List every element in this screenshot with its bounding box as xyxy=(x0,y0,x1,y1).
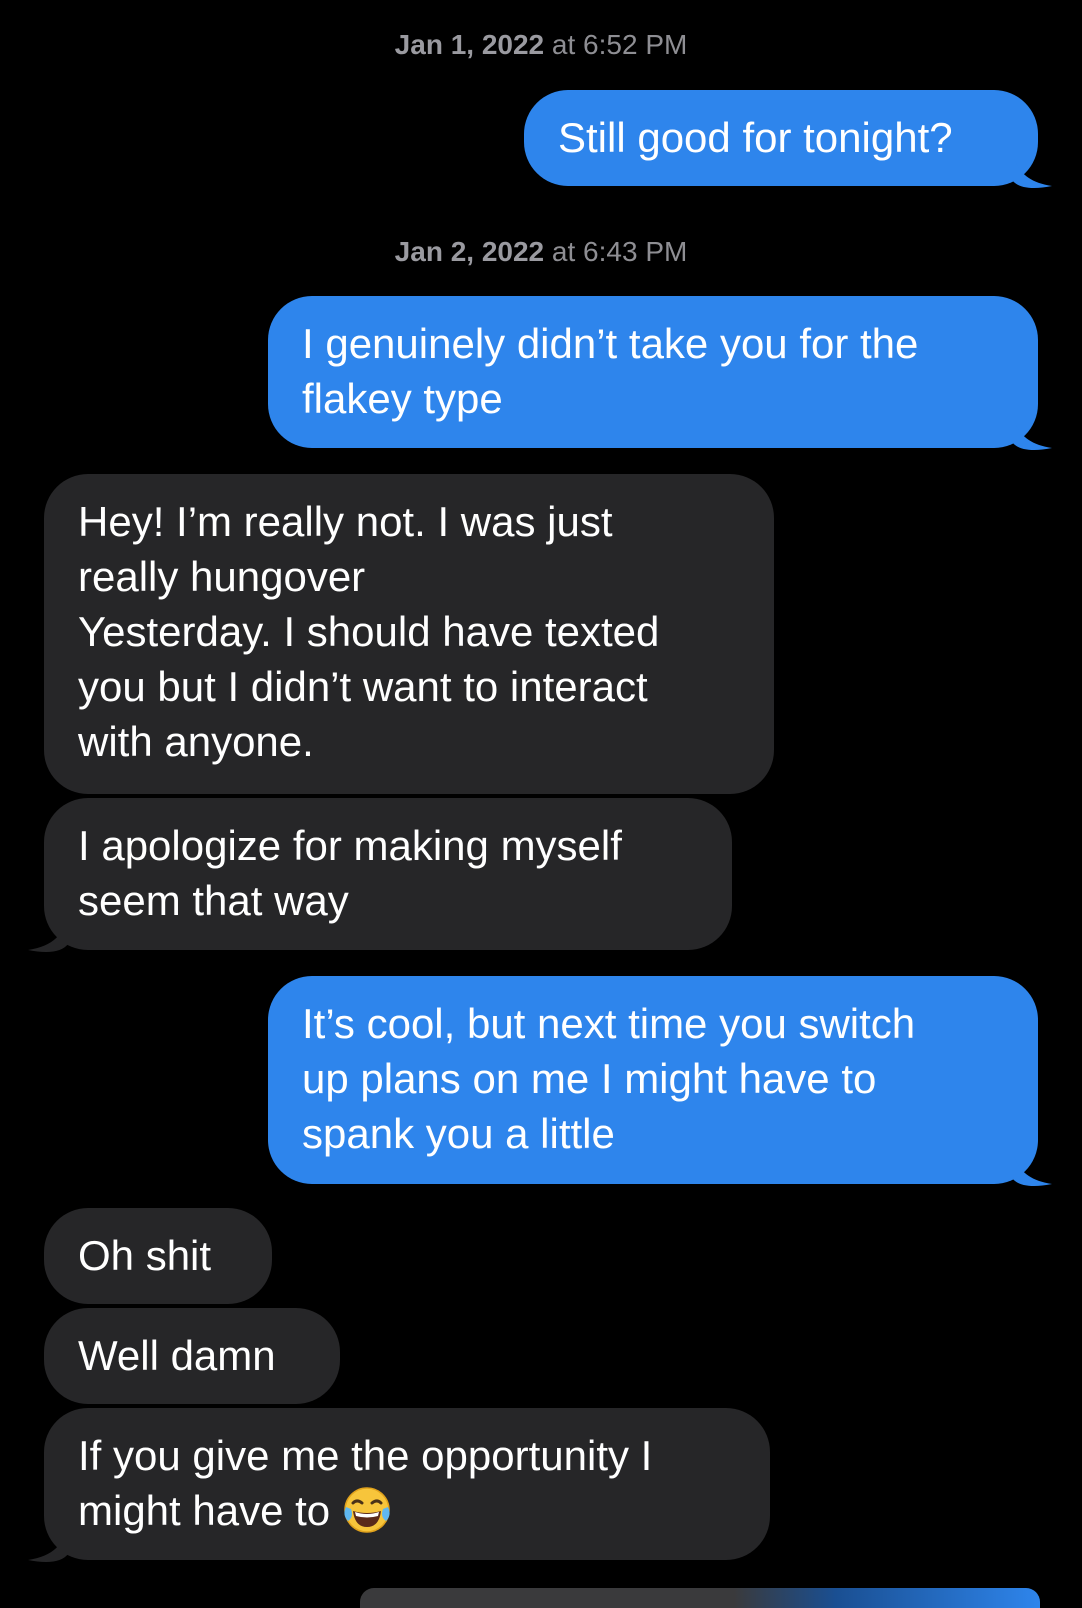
message-text-line: It’s cool, but next time you switch xyxy=(302,1000,916,1047)
received-message-bubble[interactable]: Hey! I’m really not. I was just really h… xyxy=(44,474,774,794)
message-text-line: If you give me the opportunity I xyxy=(78,1432,653,1479)
received-bubble-tail xyxy=(28,914,68,952)
timestamp-divider: Jan 1, 2022 at 6:52 PM xyxy=(0,28,1082,62)
message-text-line: seem that way xyxy=(78,877,349,924)
received-message-bubble[interactable]: Well damn xyxy=(44,1308,340,1404)
message-text: Still good for tonight? xyxy=(558,114,953,161)
received-message-bubble[interactable]: If you give me the opportunity I might h… xyxy=(44,1408,770,1560)
message-text: Well damn xyxy=(78,1332,276,1379)
message-text-line: you but I didn’t want to interact xyxy=(78,663,648,710)
received-bubble-tail xyxy=(28,1524,68,1562)
message-text-line: with anyone. xyxy=(78,718,314,765)
sent-bubble-tail xyxy=(1012,150,1052,188)
sent-bubble-tail xyxy=(1012,1148,1052,1186)
message-text-line: Hey! I’m really not. I was just xyxy=(78,498,613,545)
sent-bubble-tail xyxy=(1012,412,1052,450)
timestamp-divider: Jan 2, 2022 at 6:43 PM xyxy=(0,235,1082,269)
message-text-line: spank you a little xyxy=(302,1110,615,1157)
message-text-line: I apologize for making myself xyxy=(78,822,622,869)
timestamp-date: Jan 1, 2022 xyxy=(394,29,545,60)
partial-message-bubble xyxy=(360,1588,1040,1608)
message-text-line: I genuinely didn’t take you for the xyxy=(302,320,919,367)
sent-message-bubble[interactable]: It’s cool, but next time you switch up p… xyxy=(268,976,1038,1184)
message-text: might have to xyxy=(78,1487,331,1534)
message-text-line: flakey type xyxy=(302,375,503,422)
received-message-bubble[interactable]: I apologize for making myself seem that … xyxy=(44,798,732,950)
sent-message-bubble[interactable]: Still good for tonight? xyxy=(524,90,1038,186)
sent-message-bubble[interactable]: I genuinely didn’t take you for the flak… xyxy=(268,296,1038,448)
timestamp-time: at 6:43 PM xyxy=(551,236,688,267)
face-with-tears-of-joy-emoji-icon xyxy=(344,1487,390,1533)
message-text: Oh shit xyxy=(78,1232,212,1279)
timestamp-time: at 6:52 PM xyxy=(551,29,688,60)
received-message-bubble[interactable]: Oh shit xyxy=(44,1208,272,1304)
message-text-line: up plans on me I might have to xyxy=(302,1055,877,1102)
timestamp-date: Jan 2, 2022 xyxy=(394,236,545,267)
message-text-line: might have to xyxy=(78,1483,736,1538)
message-text-line: Yesterday. I should have texted xyxy=(78,608,660,655)
message-text-line: really hungover xyxy=(78,553,366,600)
